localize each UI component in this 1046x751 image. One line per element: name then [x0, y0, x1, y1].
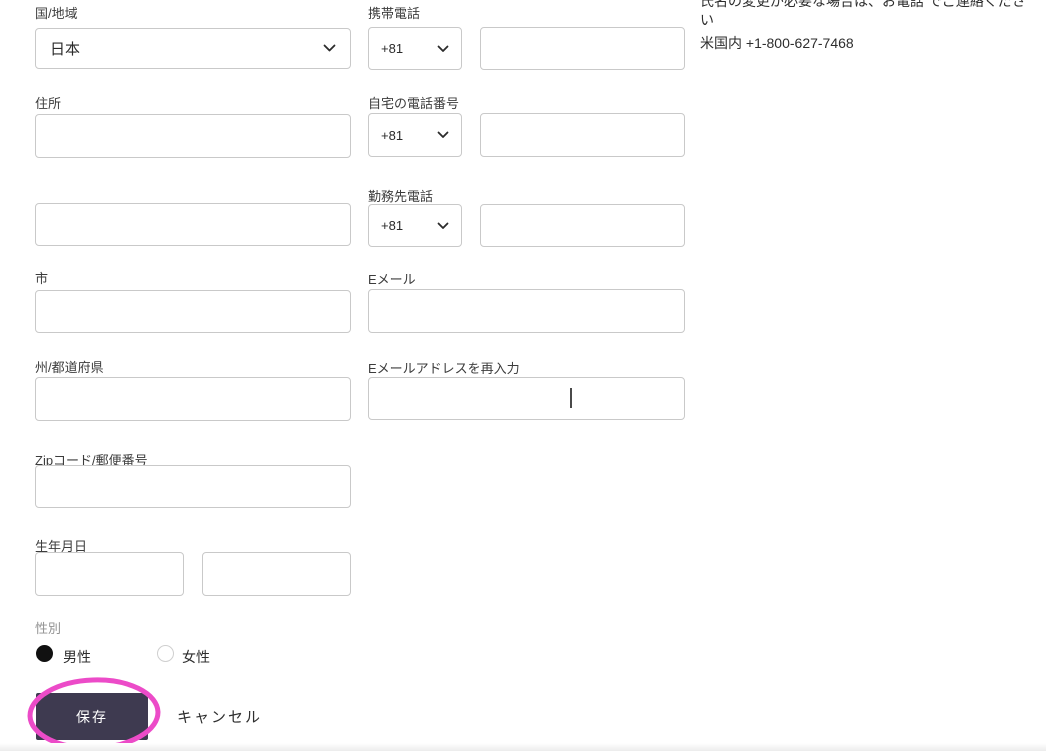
- name-change-note: 氏名の変更が必要な場合は、お電話 でご連絡ください: [700, 0, 1026, 28]
- us-support-phone: 米国内 +1-800-627-7468: [700, 35, 854, 51]
- address-label: 住所: [35, 96, 62, 111]
- work-phone-input[interactable]: [480, 204, 685, 247]
- work-country-code-select[interactable]: +81: [368, 204, 462, 247]
- gender-label: 性別: [35, 621, 62, 636]
- mobile-phone-input[interactable]: [480, 27, 685, 70]
- city-input[interactable]: [35, 290, 351, 333]
- gender-male-label: 男性: [63, 649, 91, 665]
- city-label: 市: [35, 271, 49, 286]
- work-phone-label: 勤務先電話: [368, 189, 434, 204]
- birth-date-part1-input[interactable]: [35, 552, 184, 596]
- name-change-note-panel: 氏名の変更が必要な場合は、お電話 でご連絡ください 米国内 +1-800-627…: [700, 0, 1038, 53]
- home-phone-label: 自宅の電話番号: [368, 96, 460, 111]
- chevron-down-icon: [437, 131, 449, 138]
- home-phone-input[interactable]: [480, 113, 685, 157]
- profile-edit-form: 氏名の変更が必要な場合は、お電話 でご連絡ください 米国内 +1-800-627…: [0, 0, 1046, 751]
- work-country-code-value: +81: [381, 218, 404, 233]
- email-label: Eメール: [368, 272, 416, 287]
- page-bottom-edge: [0, 743, 1046, 751]
- birth-date-part2-input[interactable]: [202, 552, 351, 596]
- gender-male-radio[interactable]: [36, 645, 53, 662]
- mobile-country-code-value: +81: [381, 41, 404, 56]
- text-cursor: [570, 388, 572, 408]
- country-select[interactable]: 日本: [35, 28, 351, 69]
- address-line1-input[interactable]: [35, 114, 351, 158]
- zip-code-input[interactable]: [35, 465, 351, 508]
- email-confirm-label: Eメールアドレスを再入力: [368, 361, 520, 376]
- country-label: 国/地域: [35, 6, 78, 21]
- mobile-country-code-select[interactable]: +81: [368, 27, 462, 70]
- state-prefecture-input[interactable]: [35, 377, 351, 421]
- save-button[interactable]: 保存: [36, 693, 148, 740]
- gender-female-radio[interactable]: [157, 645, 174, 662]
- address-line2-input[interactable]: [35, 203, 351, 246]
- state-prefecture-label: 州/都道府県: [35, 360, 104, 375]
- mobile-phone-label: 携帯電話: [368, 6, 421, 21]
- email-confirm-input[interactable]: [368, 377, 685, 420]
- home-country-code-value: +81: [381, 127, 404, 143]
- home-country-code-select[interactable]: +81: [368, 113, 462, 157]
- chevron-down-icon: [437, 45, 449, 52]
- email-input[interactable]: [368, 289, 685, 333]
- country-select-value: 日本: [50, 41, 81, 58]
- chevron-down-icon: [437, 222, 449, 229]
- chevron-down-icon: [323, 44, 336, 52]
- cancel-button[interactable]: キャンセル: [177, 706, 262, 727]
- gender-female-label: 女性: [182, 649, 210, 665]
